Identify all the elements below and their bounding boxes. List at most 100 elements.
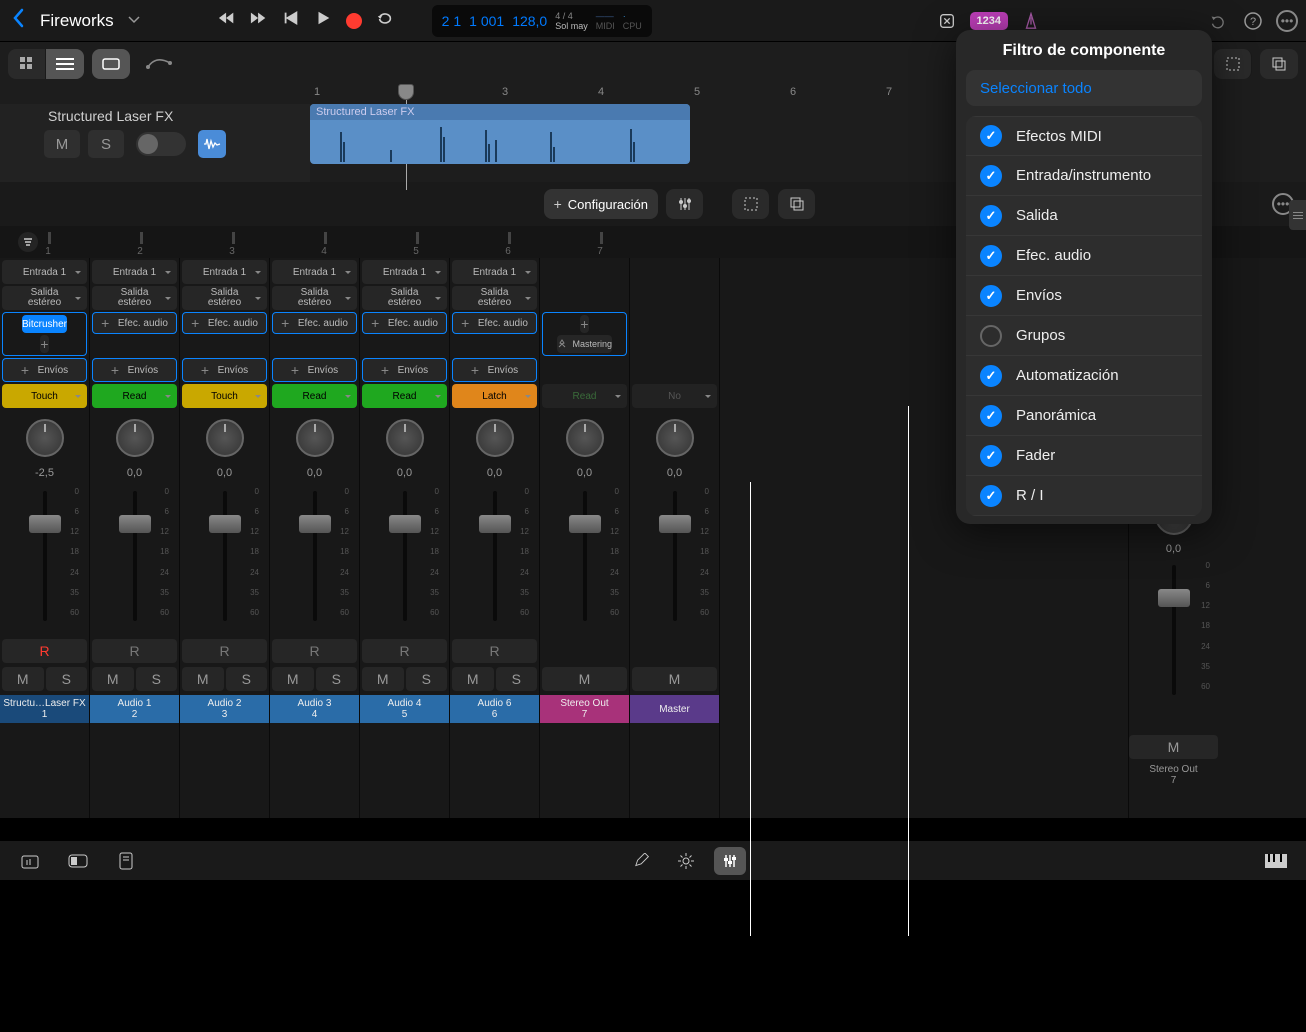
project-title[interactable]: Fireworks: [40, 11, 114, 31]
pan-knob[interactable]: [476, 419, 514, 457]
checkbox-icon[interactable]: [980, 125, 1002, 147]
filter-icon[interactable]: [18, 232, 38, 252]
add-audio-fx-button[interactable]: + Efec. audio: [362, 312, 447, 334]
add-fx-button[interactable]: +: [580, 315, 588, 333]
add-send-button[interactable]: + Envíos: [452, 358, 537, 382]
browser-icon[interactable]: [62, 847, 94, 875]
lcd-display[interactable]: 2 1 1 001 128,0 4 / 4 Sol may —— MIDI · …: [432, 5, 652, 37]
audio-region[interactable]: Structured Laser FX: [310, 104, 690, 164]
channel-label[interactable]: Audio 12: [90, 695, 179, 723]
fader[interactable]: 061218243560: [182, 487, 267, 637]
config-button[interactable]: + Configuración: [544, 189, 658, 219]
fader[interactable]: 061218243560: [632, 487, 717, 637]
bitcrusher-plugin[interactable]: Bitcrusher: [22, 315, 67, 333]
forward-icon[interactable]: [250, 9, 268, 32]
filter-item[interactable]: Efec. audio: [966, 236, 1202, 276]
play-icon[interactable]: [314, 9, 332, 32]
fader[interactable]: 061218243560: [2, 487, 87, 637]
solo-button[interactable]: S: [226, 667, 268, 691]
automation-mode[interactable]: Read: [272, 384, 357, 408]
solo-button[interactable]: S: [406, 667, 448, 691]
fader[interactable]: 061218243560: [272, 487, 357, 637]
checkbox-icon[interactable]: [980, 205, 1002, 227]
select-icon[interactable]: [1214, 49, 1252, 79]
checkbox-icon[interactable]: [980, 405, 1002, 427]
add-send-button[interactable]: + Envíos: [272, 358, 357, 382]
track-type-icon[interactable]: [198, 130, 226, 158]
output-slot[interactable]: Salidaestéreo: [2, 286, 87, 310]
filter-item[interactable]: Salida: [966, 196, 1202, 236]
gear-icon[interactable]: [670, 847, 702, 875]
select-all-button[interactable]: Seleccionar todo: [966, 70, 1202, 106]
checkbox-icon[interactable]: [980, 325, 1002, 347]
pan-knob[interactable]: [206, 419, 244, 457]
output-slot[interactable]: Salidaestéreo: [182, 286, 267, 310]
add-fx-button[interactable]: +: [40, 335, 48, 353]
automation-curve-icon[interactable]: [146, 53, 172, 76]
solo-button[interactable]: S: [316, 667, 358, 691]
rewind-icon[interactable]: [218, 9, 236, 32]
checkbox-icon[interactable]: [980, 485, 1002, 507]
count-in-pill[interactable]: 1234: [970, 12, 1008, 30]
pencil-icon[interactable]: [626, 847, 658, 875]
help-icon[interactable]: ?: [1240, 8, 1266, 34]
output-slot[interactable]: Salidaestéreo: [452, 286, 537, 310]
channel-label[interactable]: Audio 45: [360, 695, 449, 723]
pan-knob[interactable]: [296, 419, 334, 457]
fader[interactable]: 061218243560: [1129, 561, 1218, 711]
notepad-icon[interactable]: [110, 847, 142, 875]
pan-knob[interactable]: [26, 419, 64, 457]
checkbox-icon[interactable]: [980, 165, 1002, 187]
filter-item[interactable]: Envíos: [966, 276, 1202, 316]
input-slot[interactable]: Entrada 1: [92, 260, 177, 284]
channel-label[interactable]: Audio 23: [180, 695, 269, 723]
filter-item[interactable]: Grupos: [966, 316, 1202, 356]
record-enable-button[interactable]: R: [182, 639, 267, 663]
fader[interactable]: 061218243560: [362, 487, 447, 637]
fader[interactable]: 061218243560: [542, 487, 627, 637]
sliders-icon[interactable]: [666, 189, 704, 219]
mute-button[interactable]: M: [44, 130, 80, 158]
record-enable-button[interactable]: R: [272, 639, 357, 663]
mute-button[interactable]: M: [92, 667, 134, 691]
pan-knob[interactable]: [386, 419, 424, 457]
channel-label[interactable]: Audio 66: [450, 695, 539, 723]
cycle-icon[interactable]: [376, 9, 394, 32]
more-icon[interactable]: •••: [1276, 10, 1298, 32]
mute-button[interactable]: M: [2, 667, 44, 691]
input-slot[interactable]: Entrada 1: [362, 260, 447, 284]
select-all-icon[interactable]: [732, 189, 770, 219]
filter-item[interactable]: Entrada/instrumento: [966, 156, 1202, 196]
add-send-button[interactable]: + Envíos: [182, 358, 267, 382]
record-enable-button[interactable]: R: [92, 639, 177, 663]
mastering-button[interactable]: Mastering: [557, 335, 612, 353]
filter-item[interactable]: Fader: [966, 436, 1202, 476]
add-send-button[interactable]: + Envíos: [362, 358, 447, 382]
solo-button[interactable]: S: [46, 667, 88, 691]
add-audio-fx-button[interactable]: + Efec. audio: [272, 312, 357, 334]
add-audio-fx-button[interactable]: + Efec. audio: [92, 312, 177, 334]
solo-button[interactable]: S: [88, 130, 124, 158]
keyboard-icon[interactable]: [1260, 847, 1292, 875]
output-slot[interactable]: Salidaestéreo: [362, 286, 447, 310]
checkbox-icon[interactable]: [980, 285, 1002, 307]
track-enable-toggle[interactable]: [136, 132, 186, 156]
mute-button[interactable]: M: [632, 667, 717, 691]
mute-button[interactable]: M: [1129, 735, 1218, 759]
filter-item[interactable]: Efectos MIDI: [966, 116, 1202, 156]
output-slot[interactable]: Salidaestéreo: [92, 286, 177, 310]
channel-label[interactable]: Audio 34: [270, 695, 359, 723]
record-button[interactable]: [346, 13, 362, 29]
input-slot[interactable]: Entrada 1: [182, 260, 267, 284]
input-slot[interactable]: Entrada 1: [452, 260, 537, 284]
fader[interactable]: 061218243560: [92, 487, 177, 637]
pan-knob[interactable]: [566, 419, 604, 457]
channel-label[interactable]: Structu…Laser FX1: [0, 695, 89, 723]
mute-button[interactable]: M: [542, 667, 627, 691]
output-slot[interactable]: Salidaestéreo: [272, 286, 357, 310]
solo-button[interactable]: S: [496, 667, 538, 691]
mute-button[interactable]: M: [362, 667, 404, 691]
back-button[interactable]: [8, 8, 28, 34]
mute-button[interactable]: M: [182, 667, 224, 691]
mute-button[interactable]: M: [452, 667, 494, 691]
